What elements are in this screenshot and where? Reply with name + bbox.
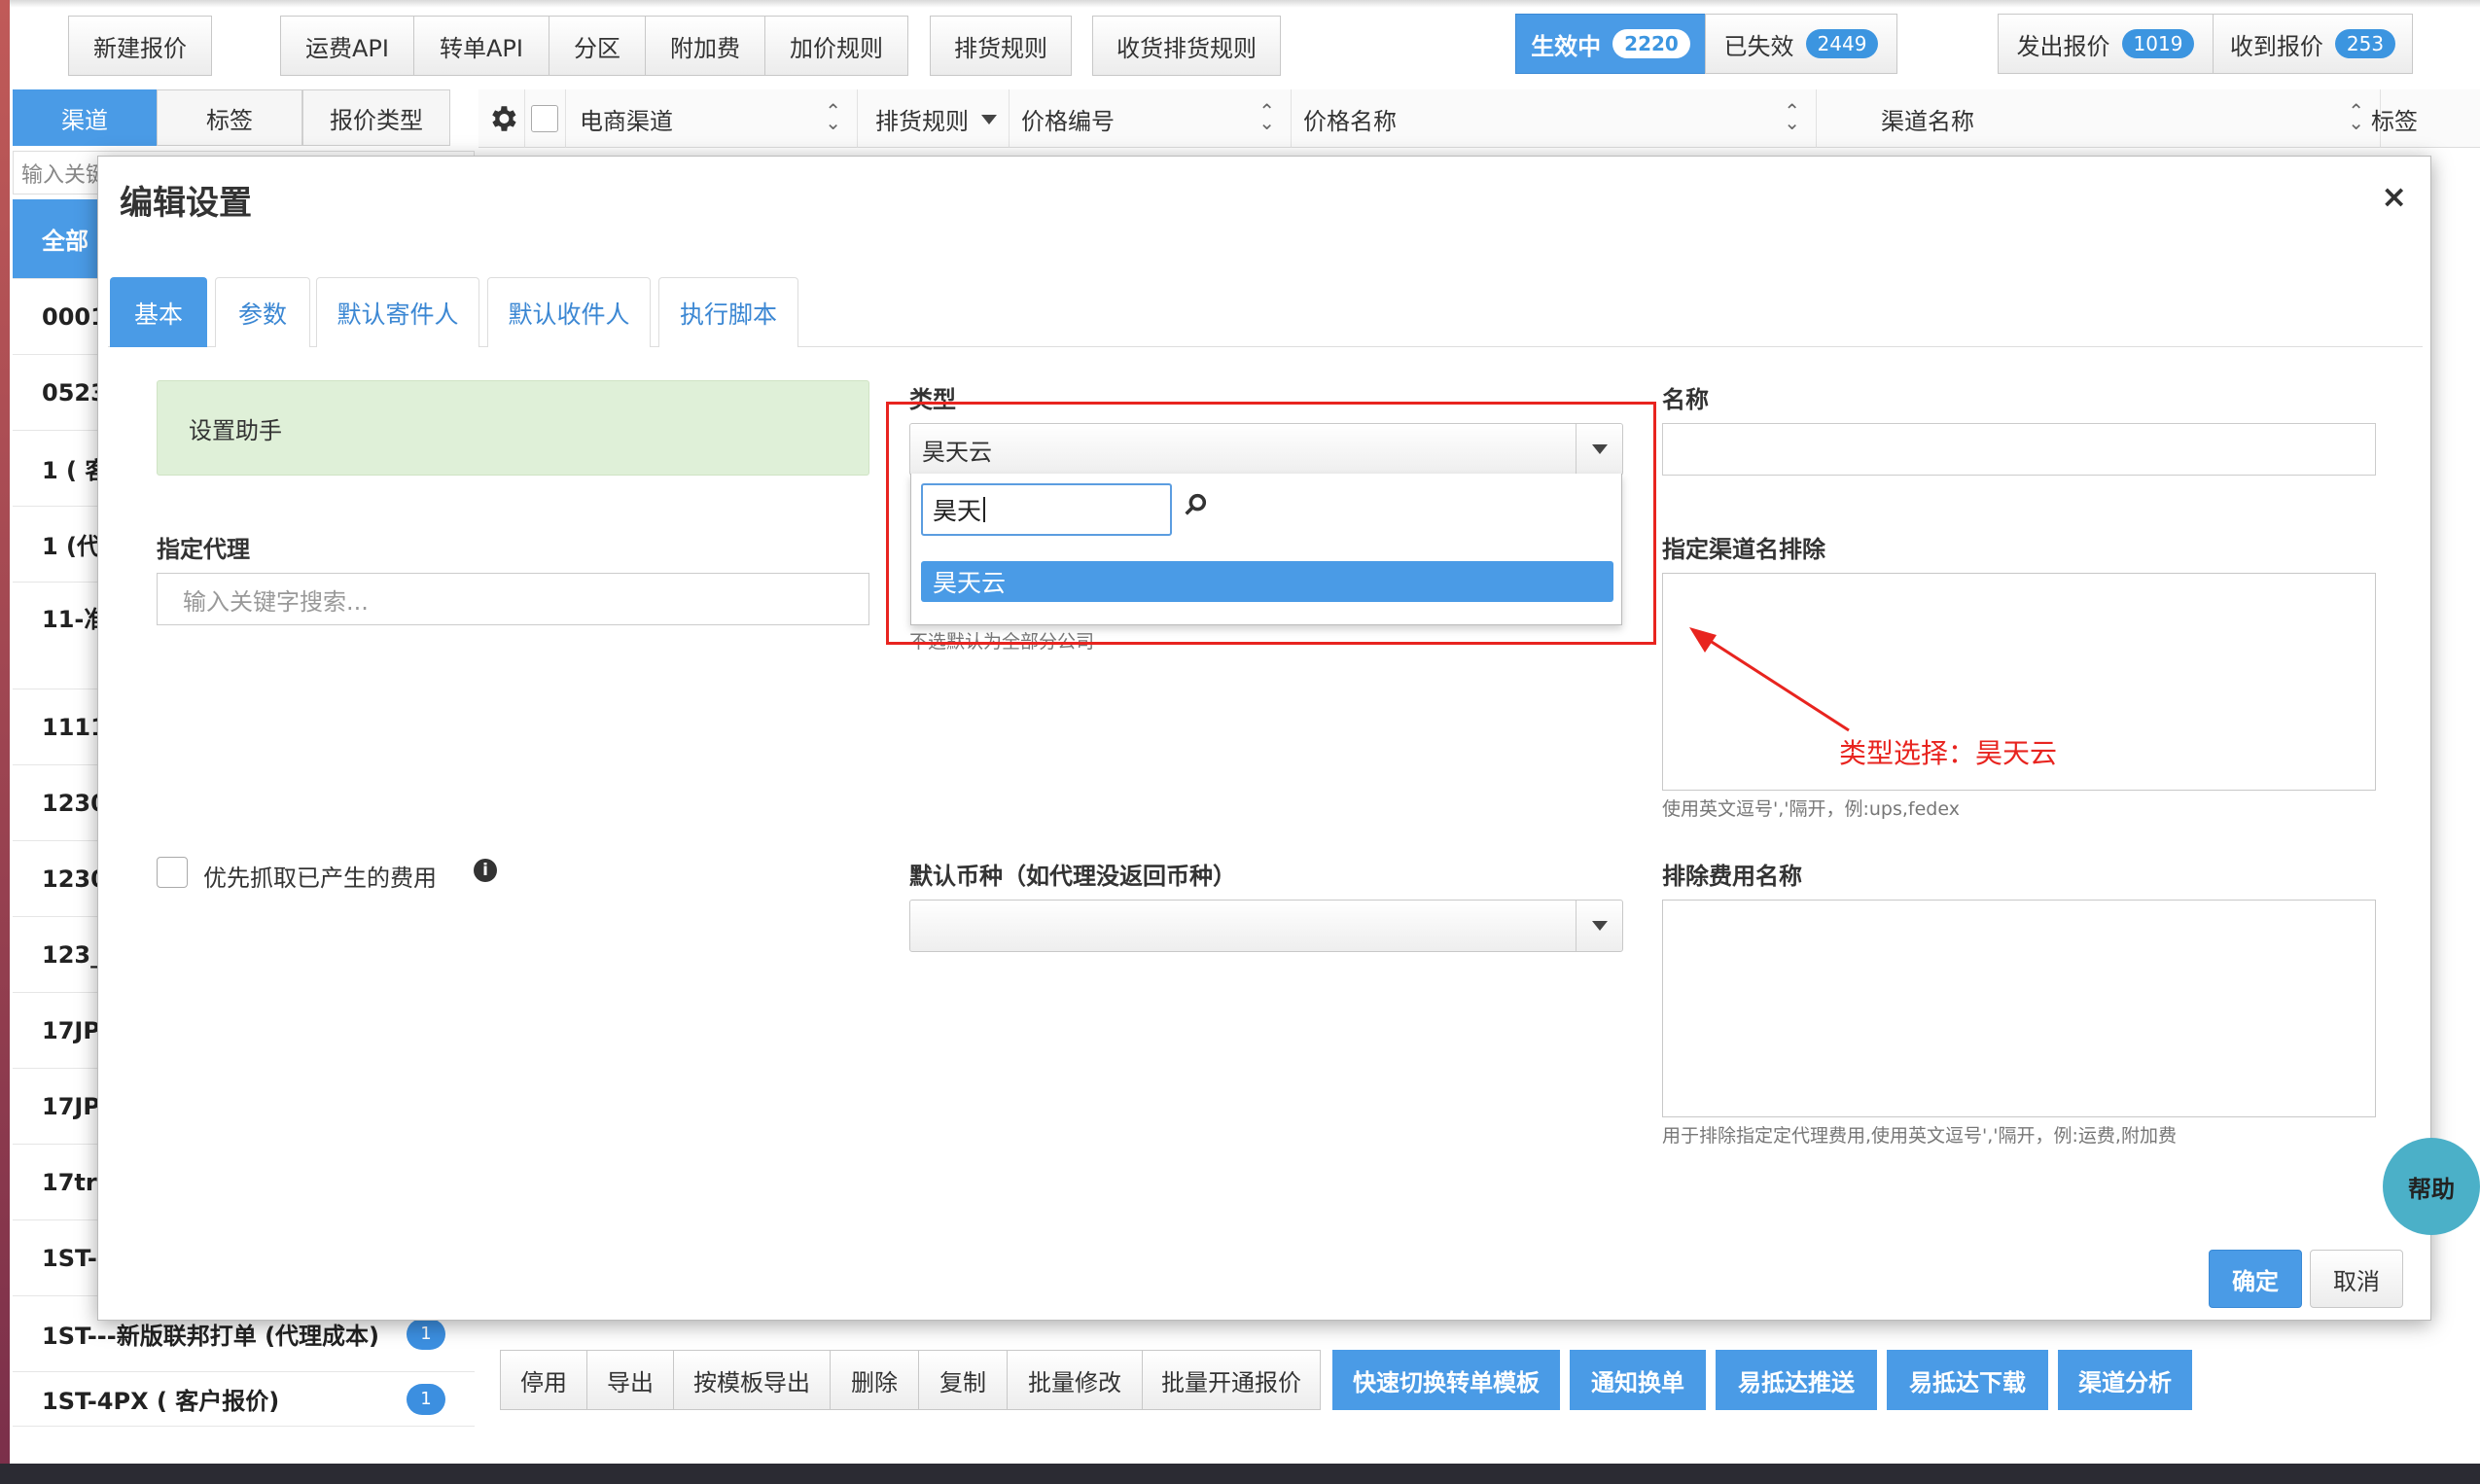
quick-switch-template-button[interactable]: 快速切换转单模板 [1332,1350,1560,1410]
expired-count-badge: 2449 [1805,29,1879,58]
column-ecommerce-channel[interactable]: 电商渠道 ⌃ ⌄ [568,89,858,148]
new-quote-button[interactable]: 新建报价 [68,16,212,76]
sort-icon: ⌃ ⌄ [1258,99,1275,134]
desktop-dock-edge [0,1464,2480,1484]
freight-api-button[interactable]: 运费API [280,16,414,76]
tab-params[interactable]: 参数 [215,277,310,347]
active-count-badge: 2220 [1612,29,1690,58]
filter-caret-icon [981,115,997,124]
active-filter-button[interactable]: 生效中 2220 [1515,14,1706,74]
tab-exec-script[interactable]: 执行脚本 [658,277,798,347]
received-quotes-button[interactable]: 收到报价 253 [2213,14,2413,74]
exclude-channel-label: 指定渠道名排除 [1662,536,1825,563]
received-label: 收到报价 [2229,32,2323,60]
ok-button[interactable]: 确定 [2209,1250,2302,1308]
column-label: 价格名称 [1303,107,1397,135]
column-label: 电商渠道 [580,107,673,135]
tab-basic[interactable]: 基本 [110,277,207,347]
left-item-label: 全部 [42,228,89,255]
currency-label: 默认币种（如代理没返回币种） [909,863,1236,890]
ydd-download-button[interactable]: 易抵达下载 [1887,1350,2048,1410]
left-item-label: 17JP [42,1016,100,1044]
column-dispatch-rules[interactable]: 排货规则 [864,89,1010,148]
sent-quotes-button[interactable]: 发出报价 1019 [1998,14,2214,74]
exclude-fee-textarea[interactable] [1662,900,2376,1117]
settings-gear-icon[interactable] [478,89,525,148]
app-screen: 新建报价 运费API 转单API 分区 附加费 加价规则 排货规则 收货排货规则… [0,0,2480,1468]
left-panel-tabs: 渠道 标签 报价类型 [13,89,450,146]
export-button[interactable]: 导出 [586,1350,674,1410]
expired-filter-button[interactable]: 已失效 2449 [1705,14,1897,74]
tab-default-sender[interactable]: 默认寄件人 [316,277,479,347]
ydd-push-button[interactable]: 易抵达推送 [1716,1350,1877,1410]
column-tags[interactable]: 标签 [2359,89,2480,148]
name-input[interactable] [1662,423,2376,476]
column-label: 排货规则 [875,107,969,135]
tab-default-recipient[interactable]: 默认收件人 [487,277,651,347]
notify-change-button[interactable]: 通知换单 [1570,1350,1706,1410]
column-label: 渠道名称 [1881,107,1974,135]
receive-dispatch-rules-button[interactable]: 收货排货规则 [1092,16,1281,76]
dispatch-rules-button[interactable]: 排货规则 [930,16,1072,76]
channel-analysis-button[interactable]: 渠道分析 [2058,1350,2192,1410]
exclude-channel-hint: 使用英文逗号','隔开，例:ups,fedex [1662,798,1960,820]
export-by-template-button[interactable]: 按模板导出 [673,1350,831,1410]
name-label: 名称 [1662,386,1709,413]
batch-edit-button[interactable]: 批量修改 [1007,1350,1143,1410]
delete-button[interactable]: 删除 [830,1350,919,1410]
cancel-button[interactable]: 取消 [2310,1250,2403,1308]
agent-label: 指定代理 [157,536,250,563]
list-item[interactable]: 1ST-4PX ( 客户报价) 1 [13,1372,475,1427]
prefer-fee-label: 优先抓取已产生的费用 [203,865,437,892]
item-count-badge: 1 [407,1318,445,1350]
chevron-down-icon [1576,901,1622,951]
column-price-name[interactable]: 价格名称 ⌃ ⌄ [1292,89,1817,148]
exclude-fee-label: 排除费用名称 [1662,863,1802,890]
received-count-badge: 253 [2334,29,2396,58]
column-label: 标签 [2371,107,2418,135]
tab-tags[interactable]: 标签 [157,89,302,146]
left-item-label: 1ST-4PX ( 客户报价) [42,1388,280,1415]
copy-button[interactable]: 复制 [918,1350,1008,1410]
highlight-box [886,402,1656,645]
modal-title: 编辑设置 [120,184,252,223]
table-header: 电商渠道 ⌃ ⌄ 排货规则 价格编号 ⌃ ⌄ 价格名称 ⌃ ⌄ 渠道名称 ⌃ ⌄ 标签 [478,89,2480,148]
left-item-label: 1ST---新版联邦打单 (代理成本) [42,1323,380,1350]
currency-select[interactable] [909,900,1623,952]
column-label: 价格编号 [1021,107,1115,135]
close-icon[interactable]: × [2381,178,2407,215]
column-channel-name[interactable]: 渠道名称 ⌃ ⌄ [1869,89,2381,148]
sent-count-badge: 1019 [2121,29,2195,58]
prefer-fee-checkbox[interactable] [157,857,188,888]
transfer-api-button[interactable]: 转单API [413,16,549,76]
desktop-edge [0,0,10,1484]
help-button[interactable]: 帮助 [2383,1138,2480,1235]
exclude-fee-hint: 用于排除指定定代理费用,使用英文逗号','隔开，例:运费,附加费 [1662,1125,2177,1147]
zone-button[interactable]: 分区 [549,16,646,76]
annotation-arrow-icon [1689,627,1850,732]
sort-icon: ⌃ ⌄ [1784,99,1800,134]
batch-open-quote-button[interactable]: 批量开通报价 [1142,1350,1321,1410]
top-shadow [0,0,2480,8]
markup-rules-button[interactable]: 加价规则 [764,16,908,76]
setup-helper-box[interactable]: 设置助手 [157,380,869,476]
sent-label: 发出报价 [2016,32,2110,60]
modal-tabs: 基本 参数 默认寄件人 默认收件人 执行脚本 [108,277,2423,347]
sort-icon: ⌃ ⌄ [825,99,841,134]
item-count-badge: 1 [407,1383,445,1415]
edit-settings-modal: 编辑设置 × 基本 参数 默认寄件人 默认收件人 执行脚本 设置助手 指定代理 … [97,156,2431,1321]
annotation-text: 类型选择：昊天云 [1839,737,2058,769]
tab-channel[interactable]: 渠道 [13,89,157,146]
tab-quote-type[interactable]: 报价类型 [302,89,450,146]
surcharge-button[interactable]: 附加费 [645,16,765,76]
column-price-code[interactable]: 价格编号 ⌃ ⌄ [1010,89,1292,148]
expired-label: 已失效 [1723,32,1794,60]
active-label: 生效中 [1531,32,1602,60]
agent-search-input[interactable]: 输入关键字搜索... [157,573,869,625]
left-item-label: 17JP [42,1092,100,1120]
disable-button[interactable]: 停用 [500,1350,587,1410]
select-all-checkbox[interactable] [525,89,566,148]
info-icon[interactable]: i [474,859,497,882]
